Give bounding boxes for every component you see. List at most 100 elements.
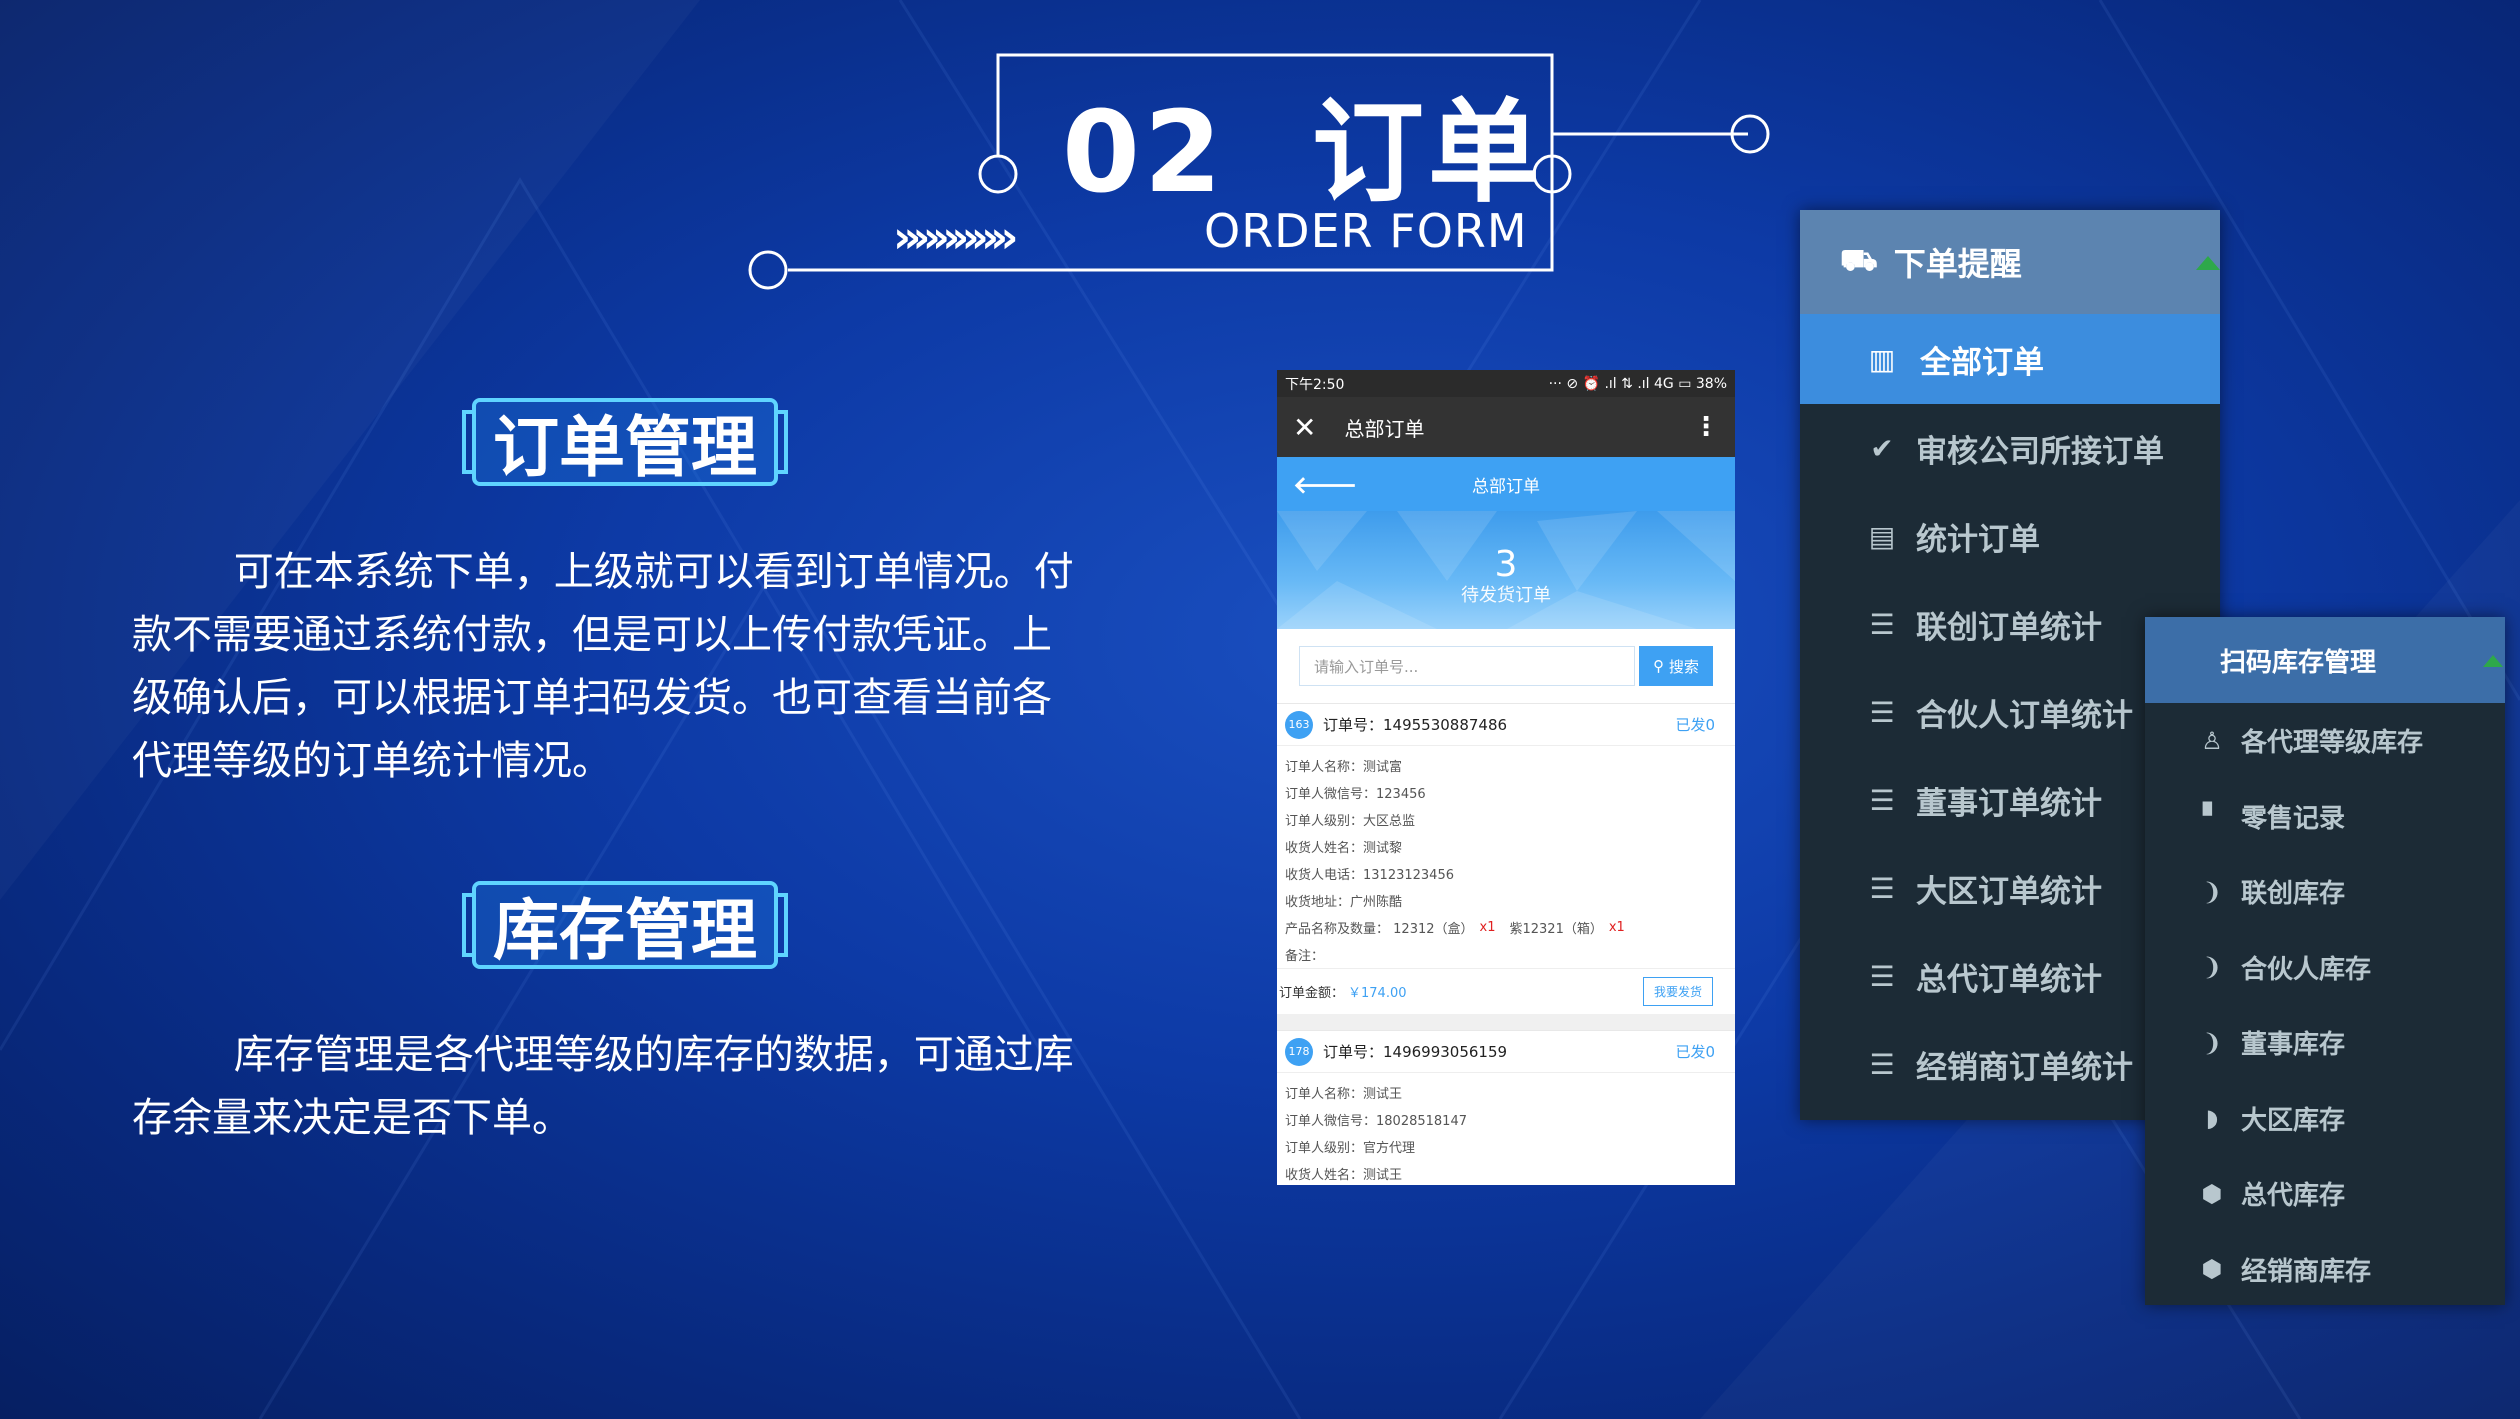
order-footer: 订单金额： ￥174.00 我要发货 xyxy=(1277,968,1735,1014)
cube-icon: ❩ xyxy=(2201,877,2223,906)
slide-title: 02 订单 xyxy=(1062,62,1544,224)
pending-banner[interactable]: 3 待发货订单 xyxy=(1277,511,1735,629)
wechat-title: 总部订单 xyxy=(1344,416,1425,441)
menu-item-order-stats[interactable]: ▤ 统计订单 xyxy=(1800,492,2220,580)
status-bar: 下午2:50 ··· ⊘ ⏰ .ıl ⇅ .ıl 4G ▭ 38% xyxy=(1277,370,1735,397)
search-icon: ⚲ xyxy=(1653,657,1669,675)
page-title: 总部订单 xyxy=(1472,476,1540,497)
menu-item-director-stock[interactable]: ❩ 董事库存 xyxy=(2145,1005,2505,1081)
menu-item-label: 审核公司所接订单 xyxy=(1916,433,2164,470)
menu-item-retail-records[interactable]: ▘ 零售记录 xyxy=(2145,779,2505,855)
menu-item-label: 经销商订单统计 xyxy=(1916,1049,2133,1086)
stock-sidebar-menu: 扫码库存管理 ♙ 各代理等级库存 ▘ 零售记录 ❩ 联创库存 ❩ 合伙人库存 ❩… xyxy=(2145,617,2505,1305)
menu-item-label: 经销商库存 xyxy=(2241,1256,2372,1287)
order-mgmt-heading-text: 订单管理 xyxy=(493,409,757,486)
title-text: 订单 xyxy=(1311,88,1544,218)
menu-item-label: 总代库存 xyxy=(2241,1181,2346,1212)
menu-item-label: 董事库存 xyxy=(2241,1030,2346,1061)
order-header: 163 订单号：1495530887486 已发0 xyxy=(1277,704,1735,746)
menu-header-order-reminder[interactable]: ⛟ 下单提醒 xyxy=(1800,210,2220,314)
order-badge: 163 xyxy=(1285,710,1313,739)
menu-item-agent-level-stock[interactable]: ♙ 各代理等级库存 xyxy=(2145,703,2505,779)
order-field: 收货人姓名：测试黎 xyxy=(1285,841,1403,856)
order-field: 订单人名称：测试王 xyxy=(1285,1087,1403,1102)
ship-button[interactable]: 我要发货 xyxy=(1642,977,1713,1006)
order-status: 已发0 xyxy=(1675,1043,1715,1061)
collapse-caret-icon[interactable] xyxy=(2483,655,2503,667)
menu-item-region-stock[interactable]: ◗ 大区库存 xyxy=(2145,1081,2505,1157)
pending-label: 待发货订单 xyxy=(1461,585,1551,606)
order-header: 178 订单号：1496993056159 已发0 xyxy=(1277,1031,1735,1073)
check-circle-icon: ✔ xyxy=(1870,431,1894,465)
order-mgmt-heading: 订单管理 xyxy=(460,390,790,494)
cube-icon: ⬢ xyxy=(2201,1179,2223,1208)
product-qty: x1 xyxy=(1479,920,1496,935)
menu-item-label: 大区库存 xyxy=(2241,1105,2346,1136)
order-field: 订单人级别：官方代理 xyxy=(1285,1141,1416,1156)
menu-item-label: 合伙人库存 xyxy=(2241,954,2372,985)
order-field: 订单人名称：测试富 xyxy=(1285,760,1403,775)
list-icon: ☰ xyxy=(1869,871,1895,905)
order-field: 订单人微信号：123456 xyxy=(1285,787,1426,802)
truck-icon: ⛟ xyxy=(1840,242,1878,278)
menu-item-label: 零售记录 xyxy=(2241,803,2346,834)
divider xyxy=(1277,1014,1735,1030)
product-item: 12312（盒） xyxy=(1393,922,1474,937)
search-row: 请输入订单号... ⚲ 搜索 xyxy=(1277,629,1735,703)
menu-item-label: 统计订单 xyxy=(1916,521,2040,558)
collapse-caret-icon[interactable] xyxy=(2196,256,2220,270)
menu-item-label: 各代理等级库存 xyxy=(2241,728,2424,759)
order-field: 订单人微信号：18028518147 xyxy=(1285,1114,1467,1129)
menu-item-label: 董事订单统计 xyxy=(1916,785,2102,822)
bar-chart-icon: ▥ xyxy=(1868,342,1896,376)
list-icon: ☰ xyxy=(1869,1047,1895,1081)
stock-mgmt-text: 库存管理是各代理等级的库存的数据，可通过库 存余量来决定是否下单。 xyxy=(132,1032,1074,1141)
wechat-title-bar: ✕ 总部订单 ⋮ xyxy=(1277,397,1735,457)
order-products: 产品名称及数量： 12312（盒） x1 紫12321（箱） x1 xyxy=(1277,914,1735,941)
search-button[interactable]: ⚲ 搜索 xyxy=(1639,646,1713,686)
order-search-input[interactable]: 请输入订单号... xyxy=(1299,646,1635,686)
menu-item-dealer-stock[interactable]: ⬢ 经销商库存 xyxy=(2145,1232,2505,1306)
order-number: 订单号：1496993056159 xyxy=(1323,1043,1508,1061)
product-label: 产品名称及数量： xyxy=(1285,922,1390,937)
menu-item-partner-stock[interactable]: ❩ 合伙人库存 xyxy=(2145,930,2505,1006)
menu-header-label: 下单提醒 xyxy=(1893,245,2022,283)
list-icon: ☰ xyxy=(1869,783,1895,817)
menu-item-label: 总代订单统计 xyxy=(1916,961,2102,998)
menu-item-founder-stock[interactable]: ❩ 联创库存 xyxy=(2145,854,2505,930)
phone-screenshot: 下午2:50 ··· ⊘ ⏰ .ıl ⇅ .ıl 4G ▭ 38% ✕ 总部订单… xyxy=(1277,370,1735,1185)
menu-header-scan-stock[interactable]: 扫码库存管理 xyxy=(2145,617,2505,703)
order-number: 订单号：1495530887486 xyxy=(1323,716,1508,734)
status-icons: ··· ⊘ ⏰ .ıl ⇅ .ıl 4G ▭ 38% xyxy=(1548,375,1727,392)
menu-item-label: 联创库存 xyxy=(2241,879,2346,910)
list-alt-icon: ▤ xyxy=(1868,519,1896,553)
list-icon: ☰ xyxy=(1869,607,1895,641)
status-time: 下午2:50 xyxy=(1285,376,1345,393)
chevrons-decoration: »»»»»» xyxy=(893,212,1019,263)
order-remark: 备注： xyxy=(1285,949,1325,964)
order-badge: 178 xyxy=(1285,1037,1313,1066)
order-field: 收货地址：广州陈酷 xyxy=(1285,895,1403,910)
page-header: 总部订单 🡐 xyxy=(1277,457,1735,511)
menu-item-label: 大区订单统计 xyxy=(1916,873,2102,910)
order-card[interactable]: 163 订单号：1495530887486 已发0 订单人名称：测试富 订单人微… xyxy=(1277,703,1735,1014)
menu-item-label: 联创订单统计 xyxy=(1916,609,2102,646)
order-field: 收货人姓名：测试王 xyxy=(1285,1168,1403,1183)
stock-mgmt-heading: 库存管理 xyxy=(460,873,790,977)
order-mgmt-text: 可在本系统下单，上级就可以看到订单情况。付 款不需要通过系统付款，但是可以上传付… xyxy=(132,549,1074,784)
menu-header-label: 扫码库存管理 xyxy=(2220,647,2377,678)
menu-item-review-orders[interactable]: ✔ 审核公司所接订单 xyxy=(1800,404,2220,492)
menu-item-all-orders[interactable]: ▥ 全部订单 xyxy=(1800,314,2220,404)
list-icon: ☰ xyxy=(1869,695,1895,729)
more-menu-icon[interactable]: ⋮ xyxy=(1693,412,1719,442)
close-icon[interactable]: ✕ xyxy=(1293,411,1316,444)
stock-mgmt-heading-text: 库存管理 xyxy=(493,892,757,969)
cube-icon: ◗ xyxy=(2205,1104,2219,1133)
menu-item-general-agent-stock[interactable]: ⬢ 总代库存 xyxy=(2145,1156,2505,1232)
product-item: 紫12321（箱） xyxy=(1509,922,1603,937)
order-field: 收货人电话：13123123456 xyxy=(1285,868,1454,883)
order-status: 已发0 xyxy=(1675,716,1715,734)
menu-item-label: 合伙人订单统计 xyxy=(1916,697,2133,734)
cube-icon: ⬢ xyxy=(2201,1255,2223,1284)
order-card[interactable]: 178 订单号：1496993056159 已发0 订单人名称：测试王 订单人微… xyxy=(1277,1030,1735,1185)
